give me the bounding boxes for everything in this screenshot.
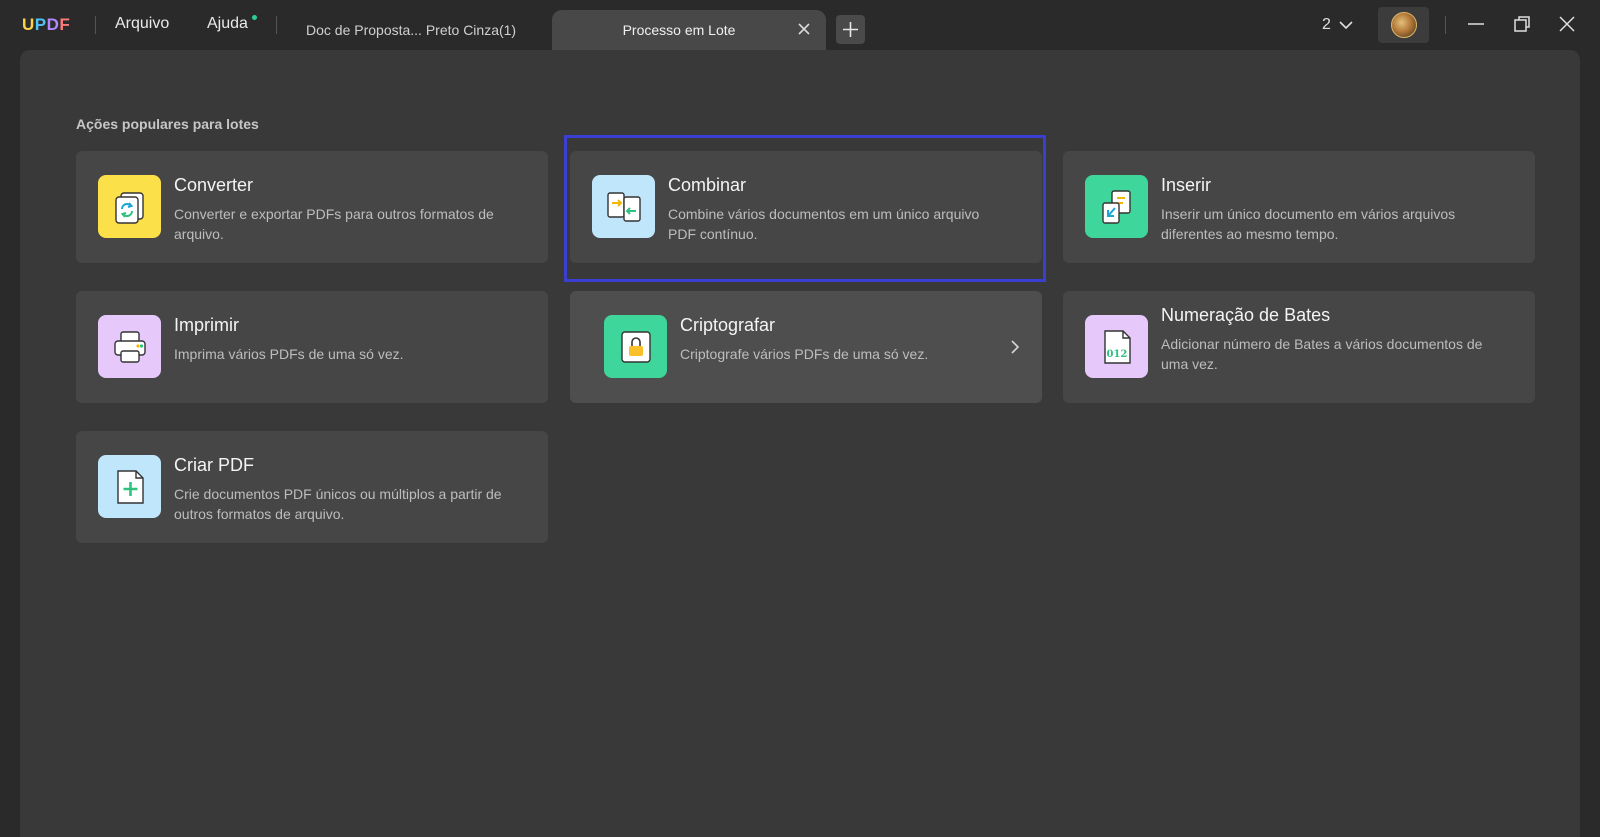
card-combinar[interactable]: Combinar Combine vários documentos em um…: [570, 151, 1042, 263]
chevron-down-icon: [1339, 21, 1353, 30]
card-description: Criptografe vários PDFs de uma só vez.: [680, 346, 929, 362]
tab-batch-process[interactable]: Processo em Lote: [552, 10, 826, 50]
combine-icon: [592, 175, 655, 238]
card-title: Criar PDF: [174, 455, 254, 475]
divider: [276, 16, 277, 34]
card-description: Imprima vários PDFs de uma só vez.: [174, 346, 404, 362]
card-inserir[interactable]: Inserir Inserir um único documento em vá…: [1063, 151, 1535, 263]
logo-letter-p: P: [34, 15, 47, 34]
insert-icon: [1085, 175, 1148, 238]
divider: [95, 16, 96, 34]
create-pdf-icon: [98, 455, 161, 518]
menu-help[interactable]: Ajuda: [207, 15, 248, 33]
restore-icon[interactable]: [1512, 14, 1532, 34]
avatar: [1390, 12, 1417, 38]
card-description: Inserir um único documento em vários arq…: [1161, 206, 1456, 242]
updf-logo[interactable]: UPDF: [22, 15, 70, 35]
tab-document[interactable]: Doc de Proposta... Preto Cinza(1): [306, 10, 546, 50]
card-description: Converter e exportar PDFs para outros fo…: [174, 206, 494, 242]
lock-icon: [604, 315, 667, 378]
card-description: Adicionar número de Bates a vários docum…: [1161, 336, 1483, 372]
plus-icon: [843, 22, 858, 37]
new-tab-button[interactable]: [836, 15, 865, 44]
card-title: Numeração de Bates: [1161, 305, 1331, 325]
convert-icon: [98, 175, 161, 238]
window-count-dropdown[interactable]: 2: [1322, 16, 1353, 34]
card-imprimir[interactable]: Imprimir Imprima vários PDFs de uma só v…: [76, 291, 548, 403]
close-window-icon[interactable]: [1557, 14, 1577, 34]
bates-number-text: 012: [1106, 349, 1127, 360]
divider: [1445, 16, 1446, 34]
logo-letter-u: U: [22, 15, 35, 34]
bates-number-icon: 012: [1085, 315, 1148, 378]
user-avatar-button[interactable]: [1378, 7, 1429, 43]
card-numeracao-de-bates[interactable]: 012 Numeração de Bates Adicionar número …: [1063, 291, 1535, 403]
section-title: Ações populares para lotes: [76, 116, 259, 132]
minimize-icon[interactable]: [1466, 14, 1486, 34]
card-description: Crie documentos PDF únicos ou múltiplos …: [174, 486, 502, 522]
tab-label: Processo em Lote: [622, 22, 736, 38]
window-count: 2: [1322, 16, 1331, 33]
card-description: Combine vários documentos em um único ar…: [668, 206, 980, 242]
title-bar: UPDF Arquivo Ajuda Doc de Proposta... Pr…: [0, 0, 1600, 50]
menu-file[interactable]: Arquivo: [115, 15, 169, 33]
batch-process-panel: Ações populares para lotes Converter Con…: [20, 50, 1580, 837]
card-converter[interactable]: Converter Converter e exportar PDFs para…: [76, 151, 548, 263]
card-title: Converter: [174, 175, 254, 195]
card-criar-pdf[interactable]: Criar PDF Crie documentos PDF únicos ou …: [76, 431, 548, 543]
close-tab-icon[interactable]: [796, 21, 812, 37]
logo-letter-d: D: [46, 15, 60, 34]
card-title: Imprimir: [174, 315, 239, 335]
notification-dot: [252, 15, 257, 20]
card-title: Combinar: [668, 175, 747, 195]
logo-letter-f: F: [59, 15, 71, 34]
printer-icon: [98, 315, 161, 378]
card-title: Inserir: [1161, 175, 1212, 195]
card-title: Criptografar: [680, 315, 776, 335]
card-criptografar[interactable]: Criptografar Criptografe vários PDFs de …: [570, 291, 1042, 403]
chevron-right-icon: [1011, 340, 1020, 354]
tab-label: Doc de Proposta... Preto Cinza(1): [306, 22, 517, 38]
